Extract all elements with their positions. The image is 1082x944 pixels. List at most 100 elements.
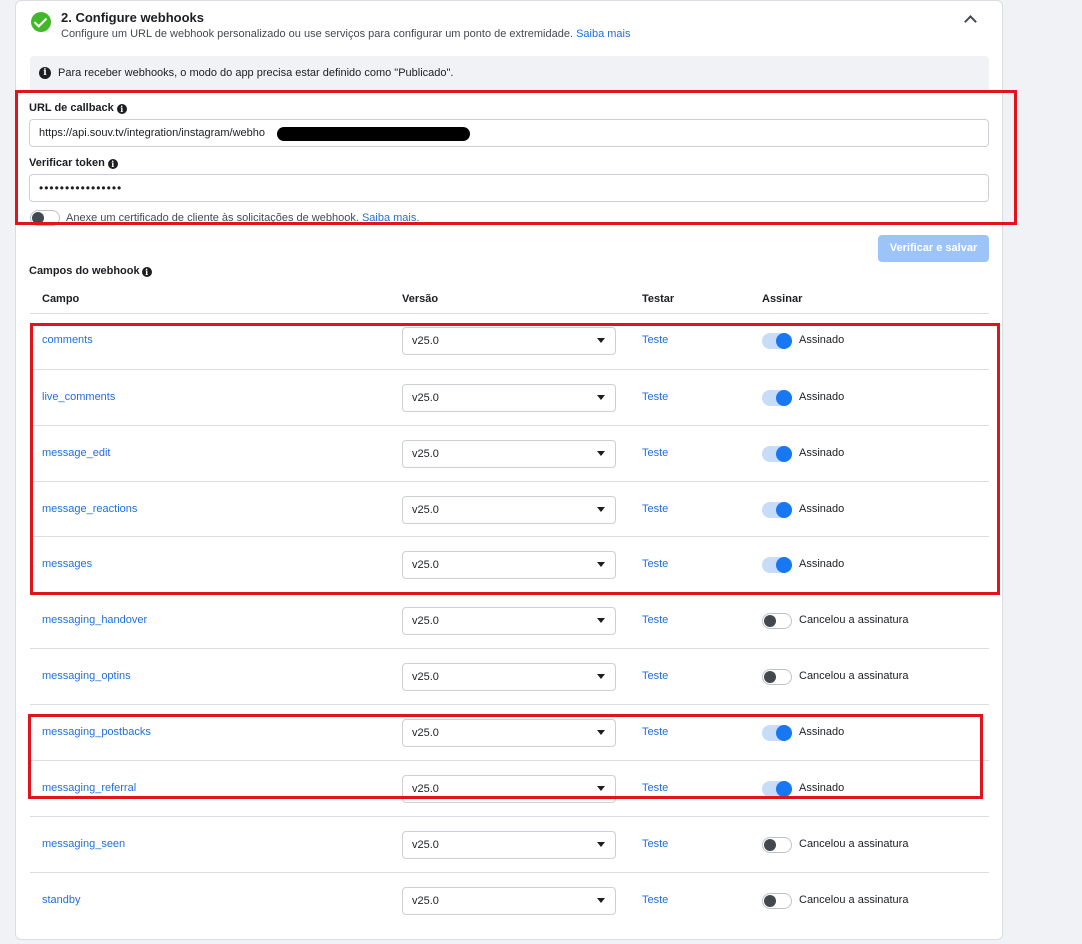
version-select[interactable]: v25.0 — [402, 495, 616, 524]
subscription-status: Assinado — [799, 334, 845, 346]
subscription-status: Assinado — [799, 502, 845, 515]
version-value: v25.0 — [412, 726, 439, 739]
info-icon[interactable]: i — [107, 159, 118, 169]
webhook-field-row: messaging_handover v25.0 Teste Cancelou a a… — [30, 592, 989, 648]
test-link[interactable]: Teste — [642, 670, 668, 682]
field-name-link[interactable]: messaging_handover — [42, 614, 147, 626]
version-select[interactable]: v25.0 — [402, 439, 616, 468]
version-select[interactable]: v25.0 — [402, 663, 616, 692]
subscribe-toggle[interactable] — [762, 780, 792, 797]
callback-url-label: URL de callback i — [29, 102, 127, 114]
version-select[interactable]: v25.0 — [402, 551, 616, 580]
subscribe-toggle[interactable] — [762, 892, 792, 909]
subscribe-toggle[interactable] — [762, 836, 792, 853]
version-select[interactable]: v25.0 — [402, 718, 616, 747]
subscription-status: Assinado — [799, 558, 845, 571]
caret-down-icon — [597, 506, 605, 512]
webhook-field-row: standby v25.0 Teste Cancelou a assinatura — [30, 871, 989, 928]
test-link[interactable]: Teste — [642, 391, 668, 403]
version-value: v25.0 — [412, 671, 439, 684]
verify-token-label: Verificar token i — [29, 157, 118, 169]
subscription-status: Cancelou a assinatura — [799, 670, 909, 683]
info-icon[interactable]: i — [116, 104, 127, 114]
field-name-link[interactable]: messaging_referral — [42, 782, 136, 794]
caret-down-icon — [597, 394, 605, 400]
section-title: 2. Configure webhooks — [61, 10, 205, 25]
test-link[interactable]: Teste — [642, 503, 668, 515]
page: 2. Configure webhooks Configure um URL d… — [0, 0, 1082, 944]
webhook-field-row: messaging_optins v25.0 Teste Cancelou a ass… — [30, 648, 989, 704]
info-icon[interactable]: i — [141, 267, 152, 277]
subscribe-toggle[interactable] — [762, 613, 792, 630]
version-select[interactable]: v25.0 — [402, 886, 616, 915]
version-value: v25.0 — [412, 447, 439, 460]
test-link[interactable]: Teste — [642, 726, 668, 738]
subscribe-toggle[interactable] — [762, 501, 792, 518]
certificate-learn-more-link[interactable]: Saiba mais. — [362, 212, 419, 224]
field-name-link[interactable]: messages — [42, 558, 92, 570]
subscribe-toggle[interactable] — [762, 669, 792, 686]
version-value: v25.0 — [412, 615, 439, 628]
version-value: v25.0 — [412, 782, 439, 795]
subscription-status: Assinado — [799, 725, 845, 738]
version-select[interactable]: v25.0 — [402, 383, 616, 412]
version-select[interactable]: v25.0 — [402, 774, 616, 803]
subscribe-toggle[interactable] — [762, 557, 792, 574]
caret-down-icon — [597, 338, 605, 343]
field-name-link[interactable]: messaging_postbacks — [42, 726, 151, 738]
subscription-status: Assinado — [799, 781, 845, 794]
column-header-test: Testar — [642, 293, 675, 305]
field-name-link[interactable]: messaging_seen — [42, 838, 125, 850]
caret-down-icon — [597, 897, 605, 903]
subscription-status: Assinado — [799, 446, 845, 459]
callback-url-input[interactable]: https://api.souv.tv/integration/instagra… — [29, 119, 989, 147]
test-link[interactable]: Teste — [642, 614, 668, 626]
webhook-field-row: messaging_seen v25.0 Teste Cancelou a assin… — [30, 815, 989, 872]
subscribe-toggle[interactable] — [762, 333, 792, 349]
subscribe-toggle[interactable] — [762, 724, 792, 741]
version-value: v25.0 — [412, 894, 439, 907]
verify-token-input[interactable]: •••••••••••••••• — [29, 174, 989, 202]
caret-down-icon — [597, 729, 605, 735]
webhook-field-row: messaging_postbacks v25.0 Teste Assinado — [30, 703, 989, 760]
caret-down-icon — [597, 618, 605, 624]
column-header-field: Campo — [42, 293, 80, 305]
test-link[interactable]: Teste — [642, 558, 668, 570]
field-name-link[interactable]: messaging_optins — [42, 670, 131, 682]
learn-more-link[interactable]: Saiba mais — [576, 28, 630, 40]
test-link[interactable]: Teste — [642, 782, 668, 794]
version-select[interactable]: v25.0 — [402, 830, 616, 859]
webhook-field-row: live_comments v25.0 Teste Assinado — [30, 368, 989, 425]
test-link[interactable]: Teste — [642, 838, 668, 850]
webhook-fields-title: Campos do webhook i — [29, 265, 152, 277]
publish-mode-notice: i Para receber webhooks, o modo do app p… — [30, 56, 989, 92]
subscription-status: Cancelou a assinatura — [799, 893, 909, 906]
callback-url-label-text: URL de callback — [29, 102, 114, 114]
test-link[interactable]: Teste — [642, 334, 668, 346]
client-certificate-toggle[interactable] — [30, 210, 60, 226]
version-select[interactable]: v25.0 — [402, 327, 616, 355]
webhook-field-row: message_edit v25.0 Teste Assinado — [30, 424, 989, 481]
version-select[interactable]: v25.0 — [402, 607, 616, 636]
caret-down-icon — [597, 450, 605, 456]
webhook-field-row: comments v25.0 Teste Assinado — [30, 313, 989, 369]
webhook-field-row: message_reactions v25.0 Teste Assinado — [30, 480, 989, 537]
redaction-mark — [277, 127, 470, 141]
field-name-link[interactable]: standby — [42, 894, 81, 906]
field-name-link[interactable]: comments — [42, 334, 93, 346]
client-certificate-label: Anexe um certificado de cliente às solic… — [66, 212, 419, 224]
field-name-link[interactable]: message_reactions — [42, 503, 137, 515]
check-icon — [31, 12, 51, 32]
subscription-status: Cancelou a assinatura — [799, 837, 909, 850]
client-certificate-text: Anexe um certificado de cliente às solic… — [66, 212, 359, 224]
field-name-link[interactable]: message_edit — [42, 447, 111, 459]
subscribe-toggle[interactable] — [762, 445, 792, 462]
subscribe-toggle[interactable] — [762, 389, 792, 406]
column-header-subscribe: Assinar — [762, 293, 803, 305]
section-description-text: Configure um URL de webhook personalizad… — [61, 28, 573, 40]
test-link[interactable]: Teste — [642, 447, 668, 459]
test-link[interactable]: Teste — [642, 894, 668, 906]
notice-text: Para receber webhooks, o modo do app pre… — [58, 67, 454, 79]
field-name-link[interactable]: live_comments — [42, 391, 115, 403]
verify-and-save-button[interactable]: Verificar e salvar — [878, 235, 989, 262]
